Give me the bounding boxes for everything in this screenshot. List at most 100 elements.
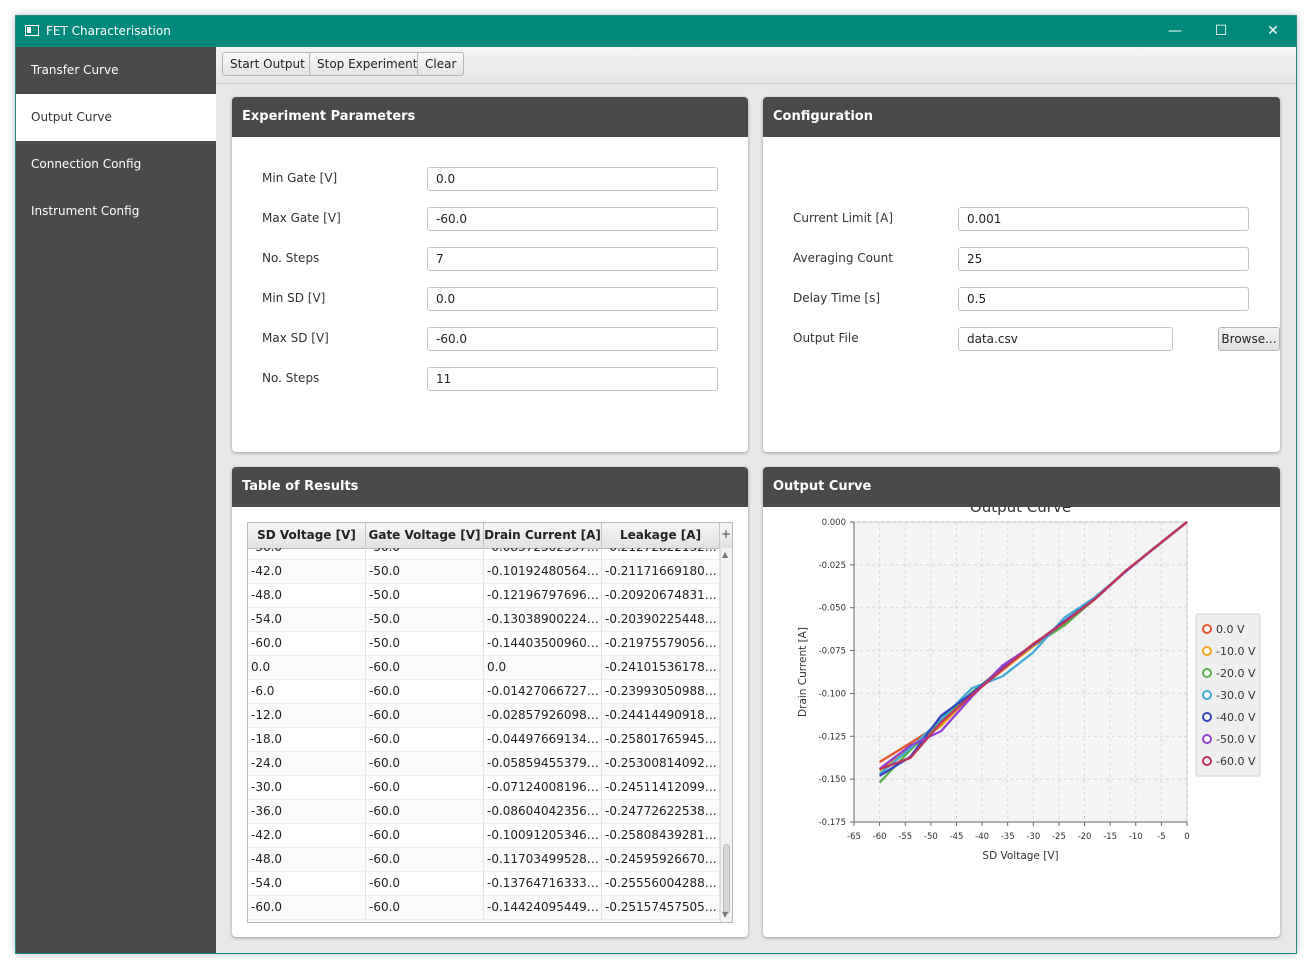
results-header: Table of Results <box>232 467 748 507</box>
table-row[interactable]: -12.0 -60.0 -0.0285792609802... -0.24414490… <box>248 704 720 728</box>
sidebar-item-instrument-config[interactable]: Instrument Config <box>16 188 216 235</box>
table-cell: -60.0 <box>366 800 484 823</box>
x-tick-label: -20 <box>1078 832 1092 842</box>
browse-button[interactable]: Browse... <box>1218 327 1280 351</box>
table-cell: -0.2441449091823... <box>602 704 720 727</box>
min-sd-label: Min SD [V] <box>262 291 326 305</box>
x-tick-label: -40 <box>975 832 989 842</box>
table-row[interactable]: -24.0 -60.0 -0.0585945537906... -0.25300814… <box>248 752 720 776</box>
gate-steps-label: No. Steps <box>262 251 320 265</box>
min-sd-input[interactable] <box>427 287 718 311</box>
table-row[interactable]: -36.0 -60.0 -0.0860404235635... -0.24772622… <box>248 800 720 824</box>
table-cell: -60.0 <box>366 848 484 871</box>
x-tick-label: -55 <box>898 832 912 842</box>
output-curve-header: Output Curve <box>763 467 1280 507</box>
sd-steps-input[interactable] <box>427 367 718 391</box>
column-header-gate-voltage[interactable]: Gate Voltage [V] <box>366 523 484 548</box>
close-button[interactable]: ✕ <box>1250 16 1296 47</box>
table-row[interactable]: -54.0 -60.0 -0.1376471633316... -0.25556004… <box>248 872 720 896</box>
table-cell: -30.0 <box>248 776 366 799</box>
table-cell: -42.0 <box>248 824 366 847</box>
scroll-up-icon[interactable]: ▲ <box>722 550 728 559</box>
delay-time-label: Delay Time [s] <box>793 291 881 305</box>
table-cell: -60.0 <box>366 896 484 919</box>
table-row[interactable]: -30.0 -60.0 -0.0712400819690... -0.24511412… <box>248 776 720 800</box>
maximize-button[interactable]: ☐ <box>1198 16 1244 47</box>
current-limit-input[interactable] <box>958 207 1249 231</box>
table-cell: 0.0 <box>484 656 602 679</box>
legend-marker <box>1202 712 1212 722</box>
table-cell: -0.1170349952803... <box>484 848 602 871</box>
output-file-row: Output File Browse... <box>793 327 1280 351</box>
legend-label: -30.0 V <box>1216 689 1256 702</box>
table-vertical-scrollbar[interactable]: ▲ ▼ <box>720 548 732 922</box>
table-cell: -60.0 <box>248 632 366 655</box>
y-tick-label: -0.075 <box>819 647 846 657</box>
table-row[interactable]: -48.0 -60.0 -0.1170349952803... -0.24595926… <box>248 848 720 872</box>
minimize-button[interactable]: — <box>1152 16 1198 47</box>
table-cell: -50.0 <box>366 560 484 583</box>
column-menu-button[interactable]: + <box>720 523 732 549</box>
delay-time-input[interactable] <box>958 287 1249 311</box>
table-cell: -50.0 <box>366 632 484 655</box>
clear-button[interactable]: Clear <box>417 52 465 76</box>
table-row[interactable]: -36.0-50.0-0.0837250259764...-0.21272822… <box>248 548 720 560</box>
table-cell: -24.0 <box>248 752 366 775</box>
table-cell: -36.0 <box>248 800 366 823</box>
table-row[interactable]: -48.0 -50.0 -0.1219679769691... -0.20920674… <box>248 584 720 608</box>
table-cell: -54.0 <box>248 872 366 895</box>
averaging-count-input[interactable] <box>958 247 1249 271</box>
table-row[interactable]: -6.0 -60.0 -0.0142706672729... -0.239930509… <box>248 680 720 704</box>
stop-experiment-button[interactable]: Stop Experiment <box>309 52 426 76</box>
min-gate-input[interactable] <box>427 167 718 191</box>
table-row[interactable]: 0.0 -60.0 0.0 -0.2410153617863... <box>248 656 720 680</box>
table-row[interactable]: -54.0 -50.0 -0.1303890022411... -0.20390225… <box>248 608 720 632</box>
max-sd-label: Max SD [V] <box>262 331 329 345</box>
start-output-button[interactable]: Start Output <box>222 52 313 76</box>
scrollbar-thumb[interactable] <box>723 844 730 914</box>
table-cell: -0.1009120534623... <box>484 824 602 847</box>
gate-steps-input[interactable] <box>427 247 718 271</box>
scroll-down-icon[interactable]: ▼ <box>722 910 728 919</box>
sidebar-item-transfer-curve[interactable]: Transfer Curve <box>16 47 216 94</box>
table-cell: -0.0860404235635... <box>484 800 602 823</box>
table-cell: -0.0285792609802... <box>484 704 602 727</box>
x-tick-label: -35 <box>1001 832 1015 842</box>
table-cell: 0.0 <box>248 656 366 679</box>
table-cell: -60.0 <box>366 680 484 703</box>
table-cell: -0.0449766913457... <box>484 728 602 751</box>
table-row[interactable]: -42.0 -50.0 -0.1019248056451... -0.21171669… <box>248 560 720 584</box>
y-tick-label: -0.125 <box>819 732 846 742</box>
table-row[interactable]: -60.0 -60.0 -0.1442409544956... -0.25157457… <box>248 896 720 920</box>
legend-marker <box>1202 756 1212 766</box>
column-header-drain-current[interactable]: Drain Current [A] <box>484 523 602 548</box>
max-sd-input[interactable] <box>427 327 718 351</box>
output-file-input[interactable] <box>958 327 1173 351</box>
app-window: FET Characterisation — ☐ ✕ Transfer Curv… <box>15 15 1297 954</box>
table-row[interactable]: -60.0 -50.0 -0.1440350096037... -0.21975579… <box>248 632 720 656</box>
sidebar-item-output-curve[interactable]: Output Curve <box>16 94 216 141</box>
table-row[interactable]: -42.0 -60.0 -0.1009120534623... -0.25808439… <box>248 824 720 848</box>
averaging-count-row: Averaging Count <box>793 247 1253 271</box>
table-cell: -0.1219679769691... <box>484 584 602 607</box>
table-row[interactable]: -18.0 -60.0 -0.0449766913457... -0.25801765… <box>248 728 720 752</box>
table-cell: -0.2555600428896... <box>602 872 720 895</box>
x-tick-label: -60 <box>873 832 887 842</box>
table-cell: -0.1376471633316... <box>484 872 602 895</box>
table-cell: -60.0 <box>366 704 484 727</box>
legend-label: -10.0 V <box>1216 645 1256 658</box>
table-cell: -0.2092067483152... <box>602 584 720 607</box>
min-gate-row: Min Gate [V] <box>262 167 722 191</box>
table-cell: -0.2410153617863... <box>602 656 720 679</box>
max-gate-input[interactable] <box>427 207 718 231</box>
legend-marker <box>1202 690 1212 700</box>
configuration-header: Configuration <box>763 97 1280 137</box>
legend-marker <box>1202 668 1212 678</box>
legend-marker <box>1202 734 1212 744</box>
column-header-sd-voltage[interactable]: SD Voltage [V] <box>248 523 366 548</box>
x-tick-label: -50 <box>924 832 938 842</box>
table-cell: -0.1442409544956... <box>484 896 602 919</box>
column-header-leakage[interactable]: Leakage [A] <box>602 523 720 548</box>
table-cell: -0.2127282213246... <box>602 548 720 559</box>
sidebar-item-connection-config[interactable]: Connection Config <box>16 141 216 188</box>
